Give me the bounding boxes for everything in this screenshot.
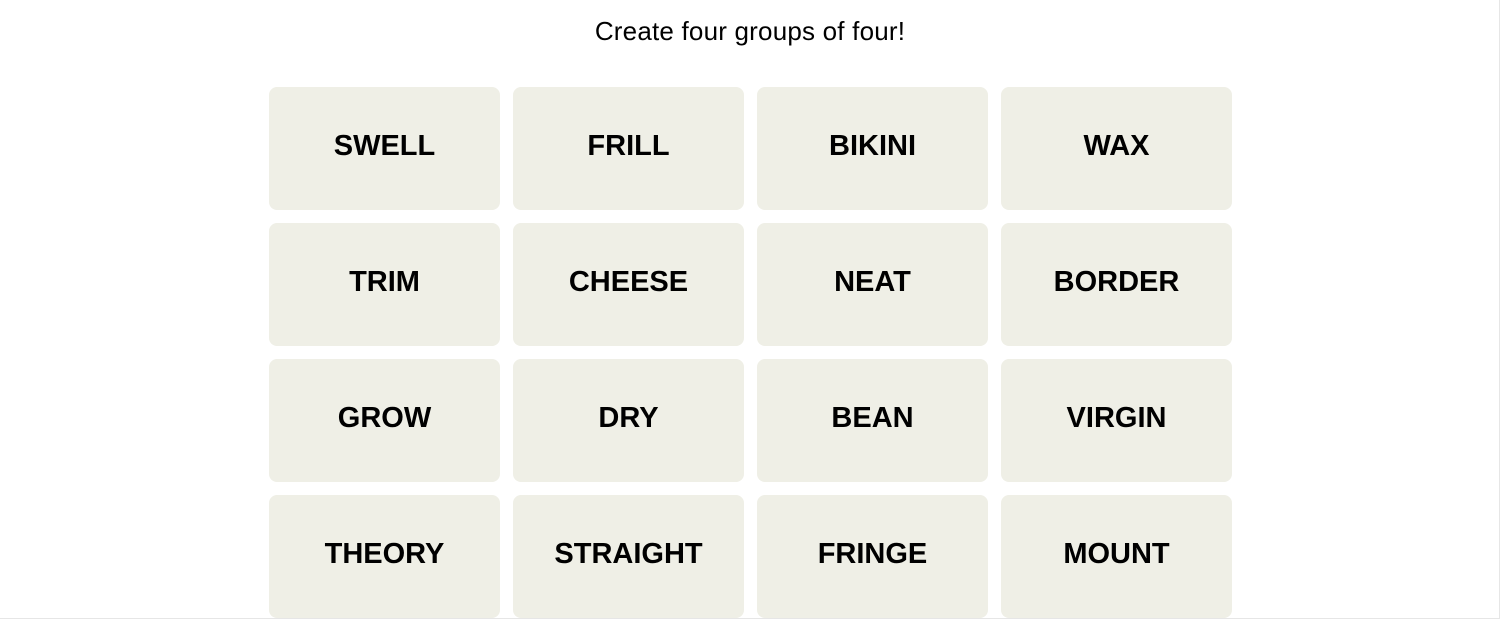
word-tile[interactable]: BEAN — [757, 359, 988, 482]
word-tile[interactable]: BIKINI — [757, 87, 988, 210]
word-tile[interactable]: CHEESE — [513, 223, 744, 346]
word-tile[interactable]: MOUNT — [1001, 495, 1232, 618]
word-tile[interactable]: FRINGE — [757, 495, 988, 618]
word-grid: SWELL FRILL BIKINI WAX TRIM CHEESE NEAT … — [269, 87, 1232, 618]
word-tile[interactable]: STRAIGHT — [513, 495, 744, 618]
word-tile[interactable]: TRIM — [269, 223, 500, 346]
word-tile[interactable]: THEORY — [269, 495, 500, 618]
word-tile[interactable]: VIRGIN — [1001, 359, 1232, 482]
word-tile[interactable]: DRY — [513, 359, 744, 482]
word-tile[interactable]: FRILL — [513, 87, 744, 210]
word-tile[interactable]: WAX — [1001, 87, 1232, 210]
word-tile[interactable]: SWELL — [269, 87, 500, 210]
word-tile[interactable]: GROW — [269, 359, 500, 482]
word-tile[interactable]: BORDER — [1001, 223, 1232, 346]
game-instructions: Create four groups of four! — [594, 16, 906, 46]
word-tile[interactable]: NEAT — [757, 223, 988, 346]
